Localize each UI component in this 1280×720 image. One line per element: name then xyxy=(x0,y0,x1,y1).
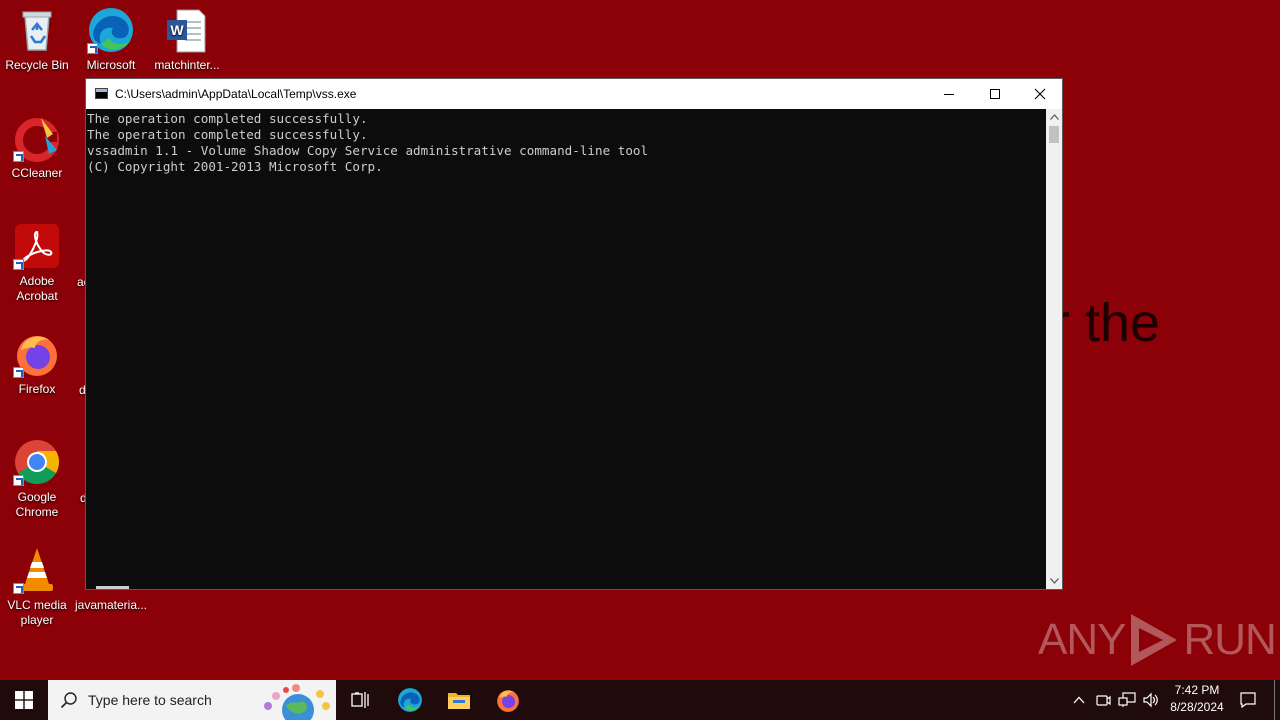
close-icon xyxy=(1034,88,1046,100)
scrollbar-thumb[interactable] xyxy=(1049,126,1059,143)
taskbar: Type here to search 7:42 PM 8/28/2024 xyxy=(0,680,1280,720)
watermark-text-left: ANY xyxy=(1038,615,1126,664)
chevron-up-icon xyxy=(1073,696,1085,704)
shortcut-arrow-icon xyxy=(87,43,98,54)
desktop-icon-label: Firefox xyxy=(18,382,56,396)
edge-icon xyxy=(87,6,135,54)
adobe-acrobat-icon xyxy=(13,222,61,270)
taskbar-firefox-button[interactable] xyxy=(484,680,532,720)
console-output[interactable]: The operation completed successfully. Th… xyxy=(86,109,1047,589)
taskbar-file-explorer-button[interactable] xyxy=(435,680,483,720)
window-titlebar[interactable]: C:\Users\admin\AppData\Local\Temp\vss.ex… xyxy=(86,79,1062,109)
svg-text:W: W xyxy=(170,22,184,38)
search-highlight-icon xyxy=(264,684,330,720)
desktop-icon-firefox[interactable]: Firefox xyxy=(0,330,74,397)
chrome-icon xyxy=(13,438,61,486)
console-line: The operation completed successfully. xyxy=(87,111,368,126)
speaker-icon xyxy=(1143,692,1158,708)
taskbar-edge-button[interactable] xyxy=(386,680,434,720)
folder-icon xyxy=(448,693,470,709)
clock-date: 8/28/2024 xyxy=(1170,700,1224,714)
desktop-icon-matchinter[interactable]: W matchinter... xyxy=(150,6,224,73)
show-hidden-icons-button[interactable] xyxy=(1068,680,1090,720)
minimize-icon xyxy=(944,94,954,95)
taskbar-search-box[interactable]: Type here to search xyxy=(48,680,336,720)
desktop-icon-vlc[interactable]: VLC media player xyxy=(0,546,74,628)
console-line: The operation completed successfully. xyxy=(87,127,368,142)
anyrun-watermark: ANY RUN xyxy=(1038,610,1277,670)
shortcut-arrow-icon xyxy=(13,367,24,378)
scroll-down-arrow-icon[interactable] xyxy=(1046,573,1062,589)
desktop-icon-adobe-acrobat[interactable]: Adobe Acrobat xyxy=(0,222,74,304)
network-icon xyxy=(1118,692,1136,707)
shortcut-arrow-icon xyxy=(13,583,24,594)
scroll-up-arrow-icon[interactable] xyxy=(1046,109,1062,125)
vertical-scrollbar[interactable] xyxy=(1046,109,1062,589)
meet-now-icon xyxy=(1096,695,1111,706)
desktop-icon-label: javamateria... xyxy=(74,598,148,612)
firefox-icon xyxy=(497,690,519,712)
search-placeholder: Type here to search xyxy=(88,692,212,708)
text-cursor xyxy=(96,586,129,589)
desktop-icon-edge[interactable]: Microsoft Edge xyxy=(74,6,148,72)
minimize-button[interactable] xyxy=(926,79,972,109)
tray-volume-button[interactable] xyxy=(1140,680,1162,720)
desktop-icon-recycle-bin[interactable]: Recycle Bin xyxy=(0,6,74,73)
shortcut-arrow-icon xyxy=(13,475,24,486)
start-button[interactable] xyxy=(0,680,48,720)
clock-time: 7:42 PM xyxy=(1174,683,1220,697)
notification-icon xyxy=(1240,692,1256,709)
tray-meet-now-button[interactable] xyxy=(1092,680,1114,720)
taskbar-clock[interactable]: 7:42 PM 8/28/2024 xyxy=(1160,682,1234,716)
desktop-icon-label: Google Chrome xyxy=(15,490,59,519)
play-icon xyxy=(1131,614,1178,666)
console-line: vssadmin 1.1 - Volume Shadow Copy Servic… xyxy=(87,143,649,158)
console-app-icon xyxy=(95,88,108,99)
desktop-icon-label: Recycle Bin xyxy=(5,58,69,72)
desktop-icon-ccleaner[interactable]: CCleaner xyxy=(0,114,74,181)
task-view-icon xyxy=(351,692,369,708)
search-icon xyxy=(60,692,77,709)
firefox-icon xyxy=(13,330,61,378)
close-button[interactable] xyxy=(1017,79,1063,109)
desktop-icon-label: CCleaner xyxy=(11,166,63,180)
wallpaper-text: the xyxy=(1085,293,1161,353)
console-window[interactable]: C:\Users\admin\AppData\Local\Temp\vss.ex… xyxy=(85,78,1063,590)
recycle-bin-icon xyxy=(13,6,61,54)
notification-center-button[interactable] xyxy=(1234,680,1262,720)
shortcut-arrow-icon xyxy=(13,259,24,270)
word-document-icon: W xyxy=(163,6,211,54)
maximize-icon xyxy=(990,89,1000,99)
task-view-button[interactable] xyxy=(336,680,384,720)
console-line: (C) Copyright 2001-2013 Microsoft Corp. xyxy=(87,159,383,174)
tray-network-button[interactable] xyxy=(1116,680,1138,720)
desktop-icon-label: VLC media player xyxy=(7,598,67,627)
watermark-text-right: RUN xyxy=(1183,615,1276,664)
ccleaner-icon xyxy=(13,114,61,162)
desktop-icon-label: Microsoft Edge xyxy=(86,58,136,72)
show-desktop-button[interactable] xyxy=(1274,680,1275,720)
vlc-icon xyxy=(13,546,61,594)
maximize-button[interactable] xyxy=(972,79,1018,109)
desktop-icon-label: Adobe Acrobat xyxy=(16,274,58,303)
desktop-icon-label: matchinter... xyxy=(154,58,220,72)
desktop-icon-google-chrome[interactable]: Google Chrome xyxy=(0,438,74,520)
windows-logo-icon xyxy=(15,691,33,709)
window-title: C:\Users\admin\AppData\Local\Temp\vss.ex… xyxy=(115,87,357,101)
shortcut-arrow-icon xyxy=(13,151,24,162)
edge-icon xyxy=(398,688,422,712)
